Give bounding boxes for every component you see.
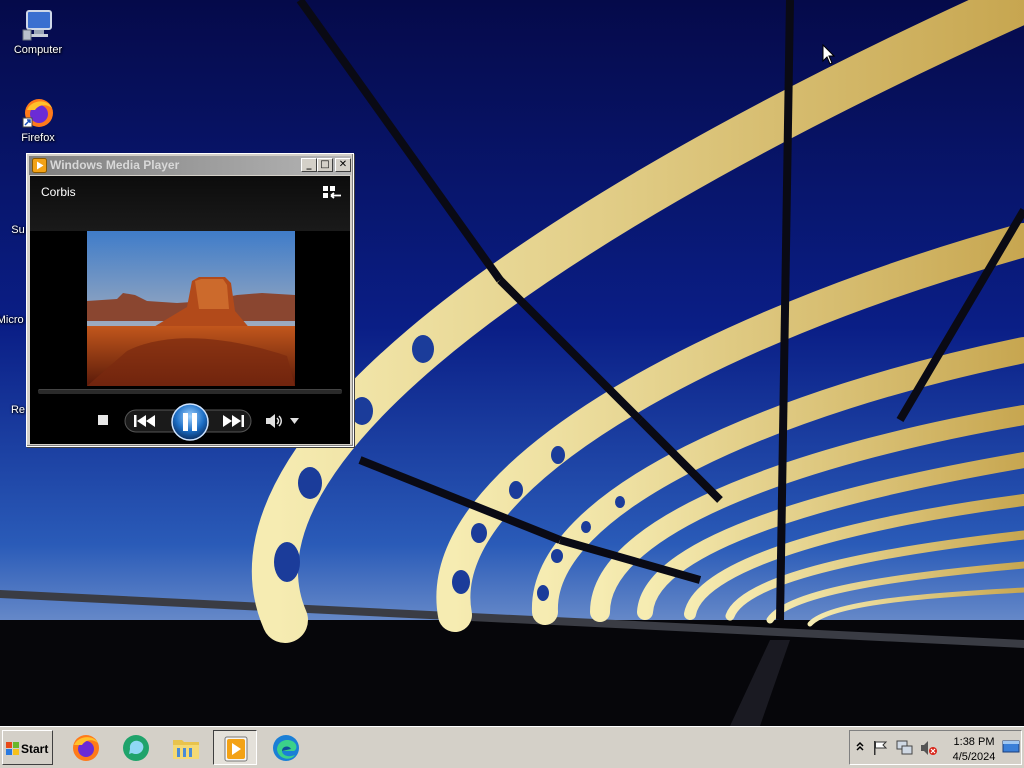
show-hidden-icon[interactable] <box>856 740 864 752</box>
player-body: Corbis <box>30 176 350 444</box>
flag-icon[interactable] <box>872 740 888 756</box>
mouse-cursor-icon <box>822 44 836 65</box>
close-button[interactable]: ✕ <box>335 158 351 172</box>
firefox-icon <box>73 735 99 761</box>
edge-icon <box>273 735 299 761</box>
chat-icon <box>123 735 149 761</box>
media-player-icon <box>32 158 47 173</box>
computer-icon <box>21 8 55 42</box>
player-header: Corbis <box>30 176 350 231</box>
taskbar: Start 1:38 PM 4/5/2024 <box>0 726 1024 768</box>
desktop-icon-label: Firefox <box>21 132 55 144</box>
window-title: Windows Media Player <box>50 158 180 172</box>
folder-icon <box>173 740 199 759</box>
firefox-icon <box>21 96 55 130</box>
album-art <box>87 231 295 386</box>
clock-date[interactable]: 4/5/2024 <box>948 751 1000 763</box>
start-label: Start <box>21 742 49 756</box>
pause-button[interactable] <box>170 402 210 442</box>
media-player-window[interactable]: Windows Media Player _ □ ✕ Corbis <box>26 153 354 447</box>
stop-button[interactable] <box>97 414 109 426</box>
volume-dropdown-icon[interactable] <box>290 418 299 424</box>
desktop-icon-label: Computer <box>13 44 63 56</box>
window-titlebar[interactable]: Windows Media Player _ □ ✕ <box>29 156 351 175</box>
taskbar-app-chat[interactable] <box>114 730 158 765</box>
previous-button[interactable] <box>132 414 158 428</box>
playback-controls <box>30 398 350 444</box>
desktop-icon-firefox[interactable]: Firefox <box>0 96 76 145</box>
start-button[interactable]: Start <box>2 730 53 765</box>
taskbar-app-explorer[interactable] <box>164 730 208 765</box>
show-desktop-icon[interactable] <box>1002 739 1020 755</box>
seek-bar[interactable] <box>38 389 342 394</box>
switch-to-library-icon[interactable] <box>322 185 342 201</box>
clock-time[interactable]: 1:38 PM <box>952 736 996 748</box>
windows-logo-icon <box>6 742 19 755</box>
media-title: Corbis <box>41 185 76 199</box>
volume-muted-icon[interactable] <box>920 740 938 756</box>
taskbar-app-firefox[interactable] <box>64 730 108 765</box>
maximize-button[interactable]: □ <box>317 158 333 172</box>
volume-icon[interactable] <box>265 413 283 429</box>
system-tray: 1:38 PM 4/5/2024 <box>849 730 1022 765</box>
desktop-icon-computer[interactable]: Computer <box>0 8 76 57</box>
taskbar-app-media-player[interactable] <box>213 730 257 765</box>
network-icon[interactable] <box>896 740 914 756</box>
minimize-button[interactable]: _ <box>301 158 317 172</box>
next-button[interactable] <box>220 414 246 428</box>
media-player-icon <box>224 736 248 762</box>
taskbar-app-edge[interactable] <box>264 730 308 765</box>
